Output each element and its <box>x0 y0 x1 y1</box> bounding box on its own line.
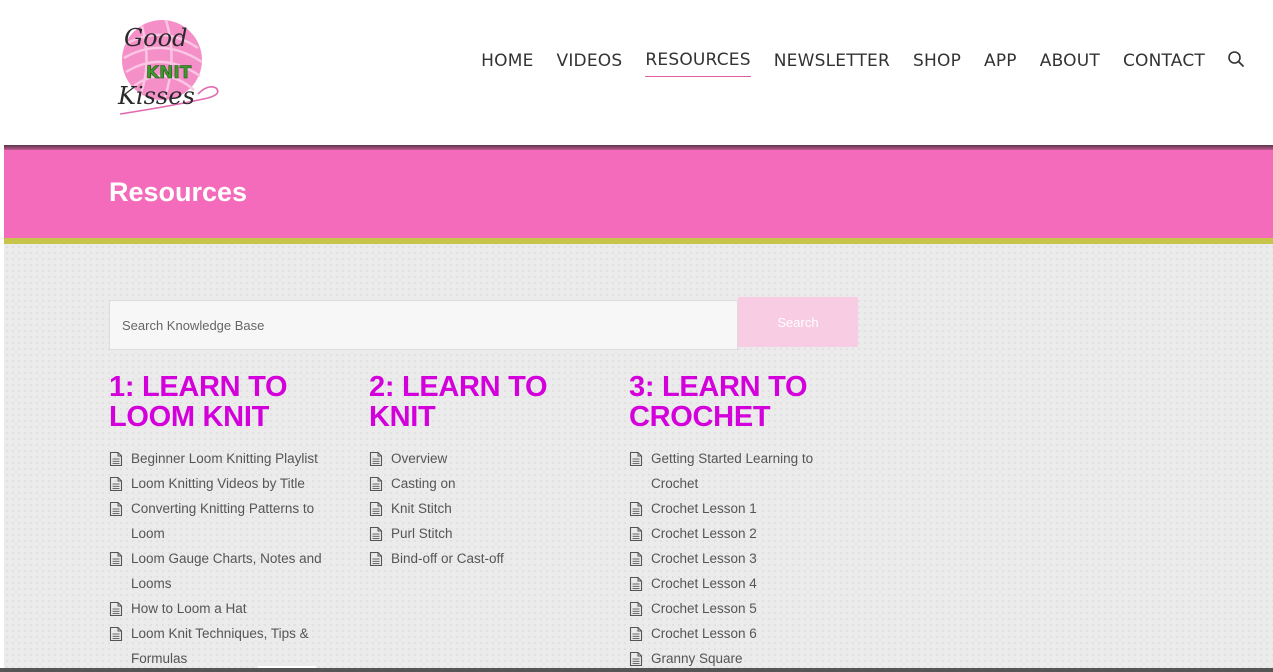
document-icon <box>109 476 123 492</box>
article-item[interactable]: Bind-off or Cast-off <box>369 546 599 571</box>
article-item[interactable]: How to Loom a Hat <box>109 596 339 621</box>
document-icon <box>629 551 643 567</box>
bottom-tab <box>258 666 316 668</box>
page-bottom-border <box>0 668 1273 672</box>
article-list: Beginner Loom Knitting Playlist Loom Knit… <box>109 446 339 671</box>
document-icon <box>629 576 643 592</box>
category-column-3: 3: LEARN TO CROCHET Getting Started Learn… <box>629 372 859 671</box>
article-item[interactable]: Crochet Lesson 1 <box>629 496 859 521</box>
nav-item-home[interactable]: HOME <box>481 49 533 77</box>
document-icon <box>109 451 123 467</box>
logo-line-1: Good <box>124 24 187 52</box>
article-link[interactable]: Crochet Lesson 3 <box>651 546 757 571</box>
site-header: Good KNIT Kisses HOME VIDEOS RESOURCES NEWS… <box>0 0 1273 145</box>
article-link[interactable]: Crochet Lesson 1 <box>651 496 757 521</box>
category-title[interactable]: 3: LEARN TO CROCHET <box>629 372 859 432</box>
article-link[interactable]: Overview <box>391 446 447 471</box>
category-title[interactable]: 1: LEARN TO LOOM KNIT <box>109 372 339 432</box>
logo-line-3: Kisses <box>117 82 195 110</box>
article-item[interactable]: Casting on <box>369 471 599 496</box>
document-icon <box>629 601 643 617</box>
page-banner: Resources <box>4 150 1273 238</box>
article-item[interactable]: Purl Stitch <box>369 521 599 546</box>
article-list: Overview Casting on Knit Stitch Purl Stitch… <box>369 446 599 571</box>
nav-item-videos[interactable]: VIDEOS <box>557 49 623 77</box>
logo-line-2: KNIT <box>146 63 192 83</box>
article-link[interactable]: Loom Knitting Videos by Title <box>131 471 305 496</box>
article-link[interactable]: Crochet Lesson 5 <box>651 596 757 621</box>
document-icon <box>369 526 383 542</box>
yarn-ball-logo-icon: Good KNIT Kisses <box>117 19 219 115</box>
article-link[interactable]: Converting Knitting Patterns to Loom <box>131 496 339 546</box>
article-link[interactable]: Loom Knit Techniques, Tips & Formulas <box>131 621 339 671</box>
article-item[interactable]: Overview <box>369 446 599 471</box>
document-icon <box>109 501 123 517</box>
nav-item-contact[interactable]: CONTACT <box>1123 49 1205 77</box>
article-item[interactable]: Crochet Lesson 6 <box>629 621 859 646</box>
site-logo[interactable]: Good KNIT Kisses <box>112 14 228 122</box>
document-icon <box>629 651 643 667</box>
document-icon <box>109 601 123 617</box>
main-nav: HOME VIDEOS RESOURCES NEWSLETTER SHOP APP ABOU… <box>458 48 1245 77</box>
document-icon <box>629 451 643 467</box>
article-link[interactable]: Crochet Lesson 6 <box>651 621 757 646</box>
article-item[interactable]: Crochet Lesson 2 <box>629 521 859 546</box>
nav-item-resources[interactable]: RESOURCES <box>645 48 751 77</box>
document-icon <box>629 526 643 542</box>
search-icon[interactable] <box>1227 50 1245 68</box>
article-link[interactable]: Beginner Loom Knitting Playlist <box>131 446 318 471</box>
article-link[interactable]: Crochet Lesson 2 <box>651 521 757 546</box>
nav-item-about[interactable]: ABOUT <box>1040 49 1100 77</box>
article-link[interactable]: Purl Stitch <box>391 521 453 546</box>
nav-item-app[interactable]: APP <box>984 49 1017 77</box>
page-title: Resources <box>109 177 248 207</box>
document-icon <box>109 626 123 642</box>
search-input[interactable] <box>109 300 738 350</box>
article-link[interactable]: Loom Gauge Charts, Notes and Looms <box>131 546 339 596</box>
category-title[interactable]: 2: LEARN TO KNIT <box>369 372 599 432</box>
article-link[interactable]: Knit Stitch <box>391 496 452 521</box>
article-item[interactable]: Crochet Lesson 5 <box>629 596 859 621</box>
article-item[interactable]: Getting Started Learning to Crochet <box>629 446 859 496</box>
document-icon <box>629 501 643 517</box>
category-column-1: 1: LEARN TO LOOM KNIT Beginner Loom Knitt… <box>109 372 339 671</box>
article-link[interactable]: How to Loom a Hat <box>131 596 247 621</box>
article-link[interactable]: Bind-off or Cast-off <box>391 546 504 571</box>
search-button[interactable]: Search <box>738 297 858 347</box>
document-icon <box>369 451 383 467</box>
article-item[interactable]: Loom Knit Techniques, Tips & Formulas <box>109 621 339 671</box>
article-list: Getting Started Learning to Crochet Croch… <box>629 446 859 671</box>
article-item[interactable]: Converting Knitting Patterns to Loom <box>109 496 339 546</box>
article-item[interactable]: Loom Knitting Videos by Title <box>109 471 339 496</box>
nav-item-shop[interactable]: SHOP <box>913 49 961 77</box>
article-link[interactable]: Casting on <box>391 471 456 496</box>
article-item[interactable]: Knit Stitch <box>369 496 599 521</box>
document-icon <box>369 501 383 517</box>
article-link[interactable]: Crochet Lesson 4 <box>651 571 757 596</box>
nav-item-newsletter[interactable]: NEWSLETTER <box>774 49 890 77</box>
article-item[interactable]: Crochet Lesson 3 <box>629 546 859 571</box>
article-item[interactable]: Loom Gauge Charts, Notes and Looms <box>109 546 339 596</box>
document-icon <box>109 551 123 567</box>
document-icon <box>369 551 383 567</box>
knowledge-base-content: Search 1: LEARN TO LOOM KNIT Beginner Loo… <box>4 244 1273 672</box>
article-item[interactable]: Crochet Lesson 4 <box>629 571 859 596</box>
article-item[interactable]: Beginner Loom Knitting Playlist <box>109 446 339 471</box>
article-link[interactable]: Getting Started Learning to Crochet <box>651 446 859 496</box>
document-icon <box>629 626 643 642</box>
category-column-2: 2: LEARN TO KNIT Overview Casting on Knit S… <box>369 372 599 571</box>
document-icon <box>369 476 383 492</box>
